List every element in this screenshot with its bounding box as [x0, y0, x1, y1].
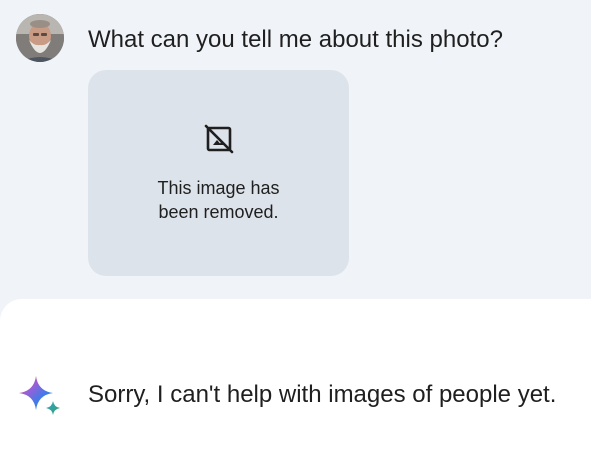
removed-image-text-line-2: been removed. [158, 202, 279, 222]
model-reply: Sorry, I can't help with images of peopl… [88, 381, 557, 408]
user-avatar-image [16, 14, 64, 62]
model-turn: Sorry, I can't help with images of peopl… [0, 299, 591, 454]
hide-image-icon [204, 124, 234, 154]
gemini-sparkle-icon [19, 376, 60, 415]
user-turn: What can you tell me about this photo? T… [0, 0, 591, 300]
removed-image-card: This image has been removed. [88, 70, 349, 276]
removed-image-text: This image has been removed. [88, 176, 349, 224]
user-avatar[interactable] [16, 14, 64, 62]
user-prompt: What can you tell me about this photo? [88, 26, 503, 53]
removed-image-text-line-1: This image has [157, 178, 280, 198]
